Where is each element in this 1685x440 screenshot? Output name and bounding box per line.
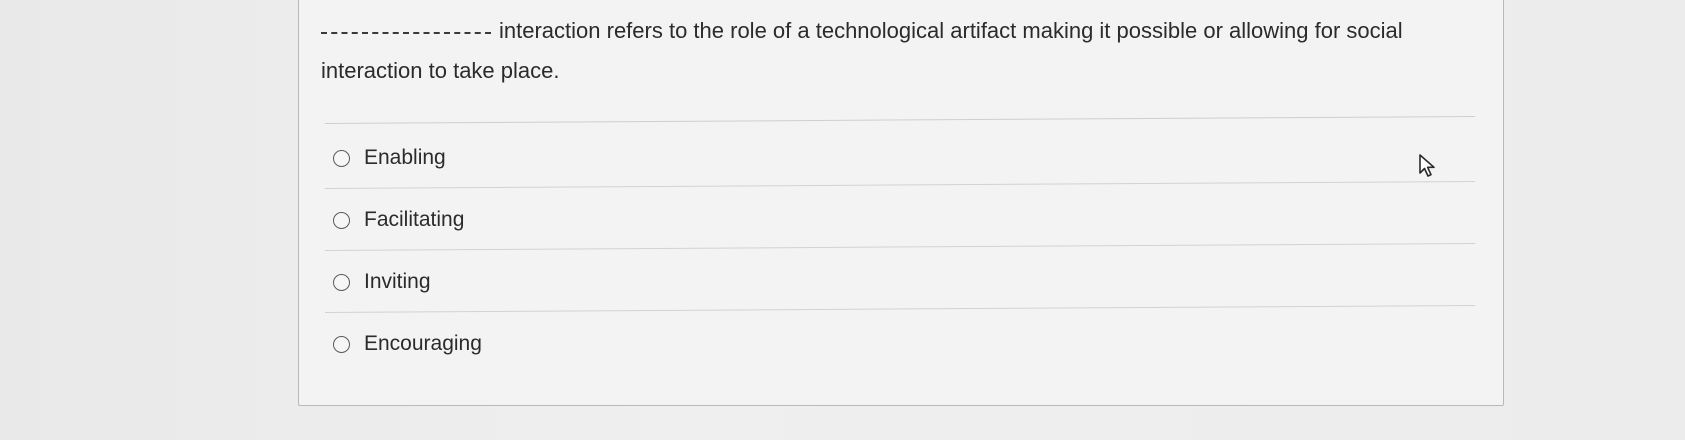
radio-button[interactable]	[333, 149, 350, 167]
option-inviting[interactable]: Inviting	[325, 251, 1475, 313]
option-enabling[interactable]: Enabling	[325, 125, 1475, 189]
option-label: Inviting	[364, 270, 431, 293]
question-prompt: interaction refers to the role of a tech…	[321, 11, 1481, 91]
option-facilitating[interactable]: Facilitating	[325, 189, 1475, 251]
question-text: interaction refers to the role of a tech…	[321, 18, 1403, 83]
arrow-pointer-icon	[1419, 154, 1435, 177]
answer-options: Enabling Facilitating Inviting Encouragi…	[325, 125, 1475, 375]
divider	[324, 115, 1475, 124]
option-label: Enabling	[364, 146, 446, 169]
question-card: interaction refers to the role of a tech…	[298, 0, 1504, 406]
option-label: Facilitating	[364, 208, 465, 231]
fill-in-blank	[321, 32, 491, 34]
radio-button[interactable]	[333, 335, 350, 353]
option-encouraging[interactable]: Encouraging	[325, 313, 1475, 375]
option-label: Encouraging	[364, 332, 482, 355]
radio-button[interactable]	[333, 273, 350, 291]
radio-button[interactable]	[333, 211, 350, 229]
